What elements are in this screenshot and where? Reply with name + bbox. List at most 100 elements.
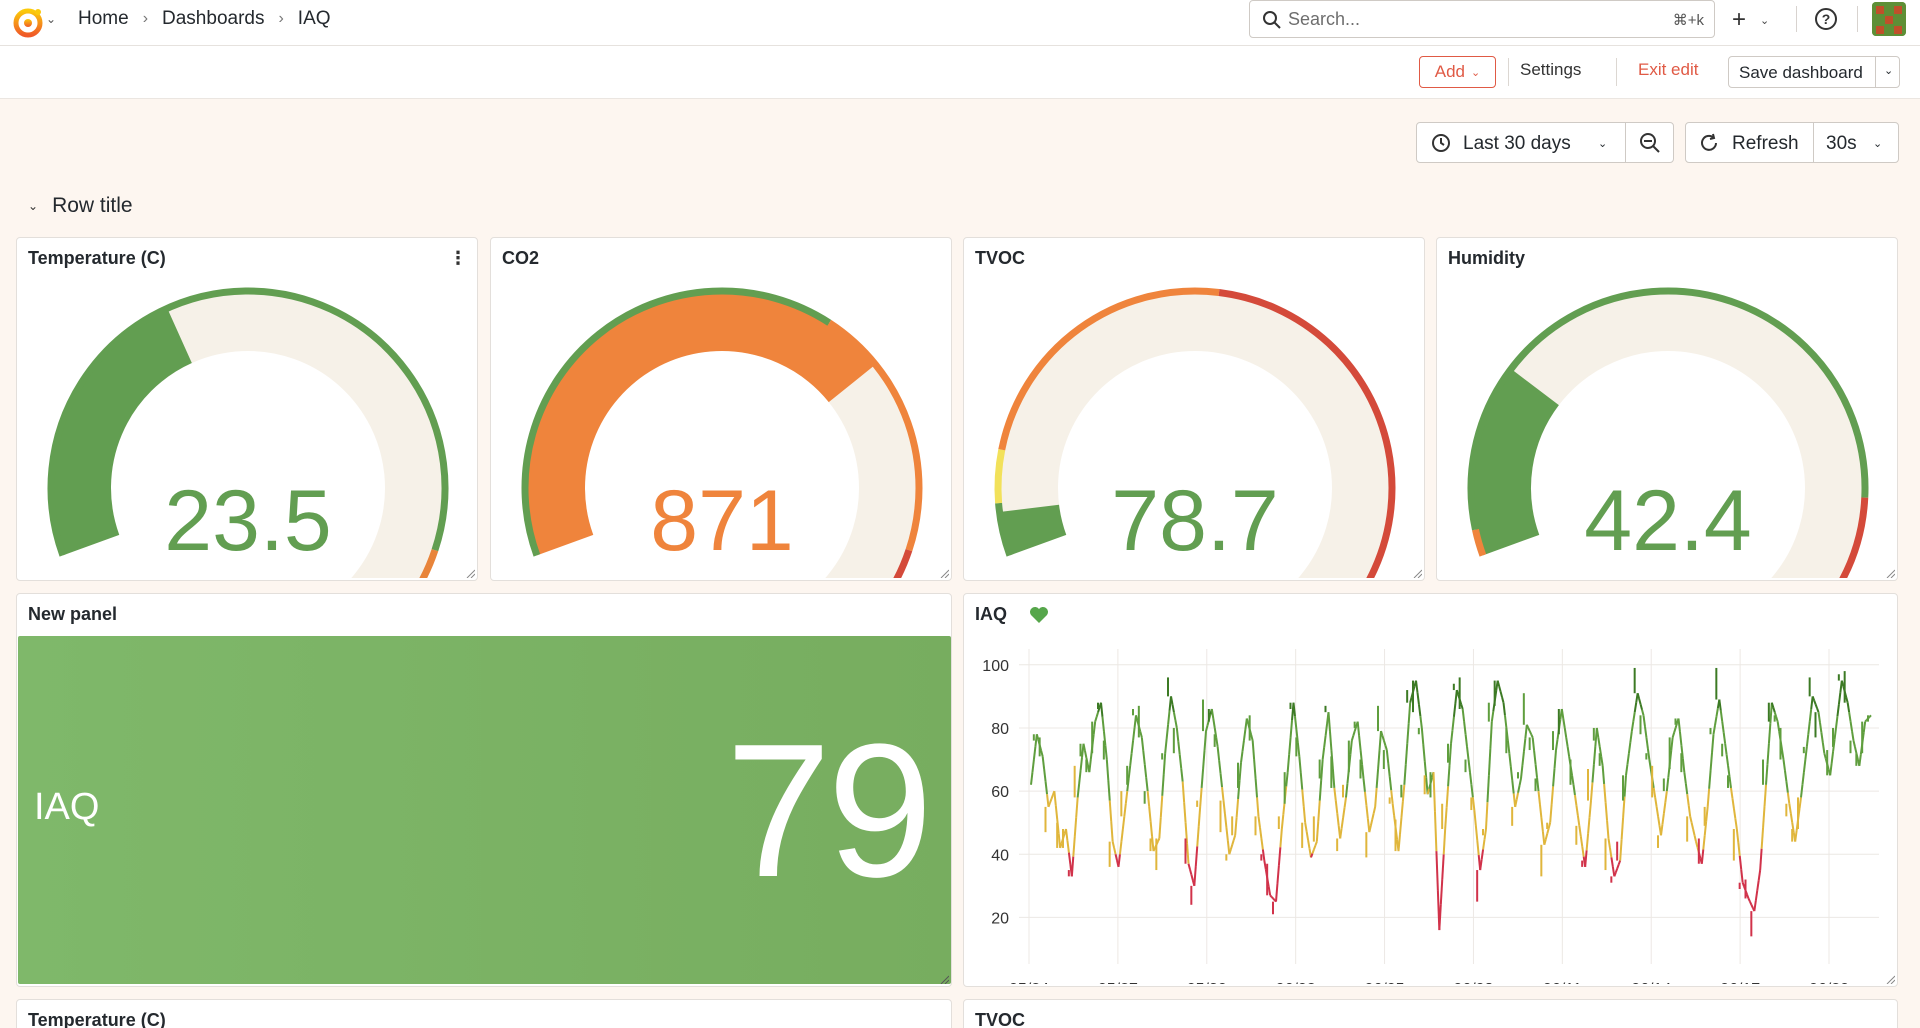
gauge-panel-tvoc-2[interactable]: TVOC (963, 999, 1898, 1028)
settings-button[interactable]: Settings (1520, 60, 1581, 80)
series-segment (1783, 770, 1788, 782)
exit-edit-button[interactable]: Exit edit (1638, 60, 1698, 80)
refresh-icon[interactable] (1698, 132, 1720, 154)
x-tick-label: 06/17 (1720, 981, 1760, 984)
series-segment (1476, 839, 1480, 856)
breadcrumb-home[interactable]: Home (78, 8, 129, 30)
avatar[interactable] (1872, 2, 1906, 36)
save-dashboard-button[interactable]: Save dashboard ⌄ (1728, 56, 1900, 88)
series-segment (1490, 711, 1495, 722)
chevron-down-icon[interactable]: ⌄ (1873, 137, 1882, 150)
gauge-panel-temperature[interactable]: Temperature (C) ⋮ 23.5 (16, 237, 478, 581)
y-tick-label: 80 (991, 721, 1009, 738)
chevron-down-icon[interactable]: ⌄ (1884, 64, 1893, 77)
stat-panel[interactable]: New panel IAQ 79 (16, 593, 952, 987)
series-segment (1528, 730, 1533, 735)
series-segment (1562, 718, 1566, 729)
series-segment (1082, 743, 1086, 752)
panel-menu-icon[interactable]: ⋮ (449, 248, 467, 269)
series-segment (1065, 828, 1069, 841)
series-segment (1328, 731, 1333, 751)
series-segment (1613, 872, 1617, 877)
series-segment (1730, 787, 1734, 799)
gauge-panel-tvoc[interactable]: TVOC 78.7 (963, 237, 1425, 581)
series-segment (1280, 814, 1285, 830)
series-segment (1515, 792, 1520, 800)
series-segment (1552, 768, 1556, 787)
series-segment (1652, 787, 1657, 798)
divider (1875, 57, 1876, 87)
zoom-out-icon[interactable] (1639, 132, 1661, 154)
series-segment (1257, 816, 1261, 828)
resize-handle-icon[interactable] (1412, 568, 1422, 578)
series-segment (1749, 901, 1753, 906)
series-segment (1642, 715, 1646, 727)
series-segment (1292, 702, 1296, 717)
series-segment (1572, 784, 1576, 796)
gauge-panel-humidity[interactable]: Humidity 42.4 (1436, 237, 1898, 581)
resize-handle-icon[interactable] (465, 568, 475, 578)
series-segment (1385, 749, 1390, 764)
series-segment (1661, 813, 1665, 825)
series-segment (1203, 731, 1207, 751)
resize-handle-icon[interactable] (939, 568, 949, 578)
timeseries-panel[interactable]: IAQ 20 40 60 80 100 05/24 05/27 05/30 06/02 06/05… (963, 593, 1898, 987)
series-segment (1331, 768, 1336, 789)
breadcrumb-dashboards[interactable]: Dashboards (162, 8, 264, 30)
resize-handle-icon[interactable] (1885, 568, 1895, 578)
search-input[interactable] (1288, 7, 1648, 31)
series-segment (1152, 847, 1156, 852)
gauge-panel-temperature-2[interactable]: Temperature (C) (16, 999, 952, 1028)
logo-chevron-down-icon[interactable]: ⌄ (46, 12, 56, 26)
grafana-logo-icon[interactable] (10, 4, 46, 40)
panel-title: CO2 (502, 248, 540, 268)
series-segment (1210, 708, 1215, 719)
row-title: Row title (52, 194, 133, 217)
resize-handle-icon[interactable] (939, 974, 949, 984)
series-segment (1407, 702, 1412, 724)
series-segment (1124, 790, 1129, 804)
gauge-value-arc (1471, 368, 1560, 556)
top-nav: ⌄ Home › Dashboards › IAQ ⌘+k + ⌄ ? (0, 0, 1920, 46)
gauge-panel-co2[interactable]: CO2 871 (490, 237, 952, 581)
series-segment (1162, 753, 1167, 775)
row-header[interactable]: ⌄ Row title (28, 194, 133, 218)
series-segment (1576, 815, 1581, 826)
series-segment (1455, 689, 1460, 696)
panel-title: Temperature (C) (28, 1010, 166, 1028)
search-box[interactable]: ⌘+k (1249, 0, 1715, 38)
series-segment (1546, 827, 1550, 834)
series-segment (1251, 740, 1256, 760)
refresh-interval-select[interactable]: 30s (1826, 133, 1857, 155)
series-segment (1156, 838, 1161, 843)
series-segment (1479, 859, 1483, 871)
add-button[interactable]: Add ⌄ (1419, 56, 1496, 88)
resize-handle-icon[interactable] (1885, 974, 1895, 984)
series-segment (1835, 715, 1839, 729)
series-segment (1732, 808, 1737, 819)
series-segment (1769, 702, 1773, 724)
series-segment (1439, 879, 1444, 905)
search-shortcut: ⌘+k (1672, 12, 1704, 29)
series-segment (1117, 854, 1121, 868)
y-tick-label: 20 (991, 910, 1009, 927)
chevron-down-icon[interactable]: ⌄ (28, 199, 38, 213)
series-segment (1378, 731, 1382, 751)
series-segment (1654, 797, 1658, 808)
refresh-button[interactable]: Refresh (1732, 133, 1799, 155)
iaq-line-chart: 20 40 60 80 100 05/24 05/27 05/30 06/02 06/05 06/0… (982, 649, 1879, 984)
series-segment (1728, 776, 1732, 789)
time-range-picker[interactable]: Last 30 days ⌄ (1416, 122, 1674, 163)
series-segment (1473, 809, 1477, 826)
series-segment (1059, 842, 1063, 849)
new-plus-icon[interactable]: + (1732, 6, 1746, 34)
series-segment (1076, 783, 1081, 798)
series-segment (1397, 834, 1401, 852)
chevron-down-icon[interactable]: ⌄ (1760, 14, 1769, 27)
series-segment (1349, 740, 1353, 755)
series-segment (1684, 783, 1689, 795)
help-icon[interactable]: ? (1815, 8, 1837, 30)
series-segment (1648, 759, 1652, 770)
series-segment (1312, 845, 1317, 850)
series-segment (1670, 737, 1674, 751)
